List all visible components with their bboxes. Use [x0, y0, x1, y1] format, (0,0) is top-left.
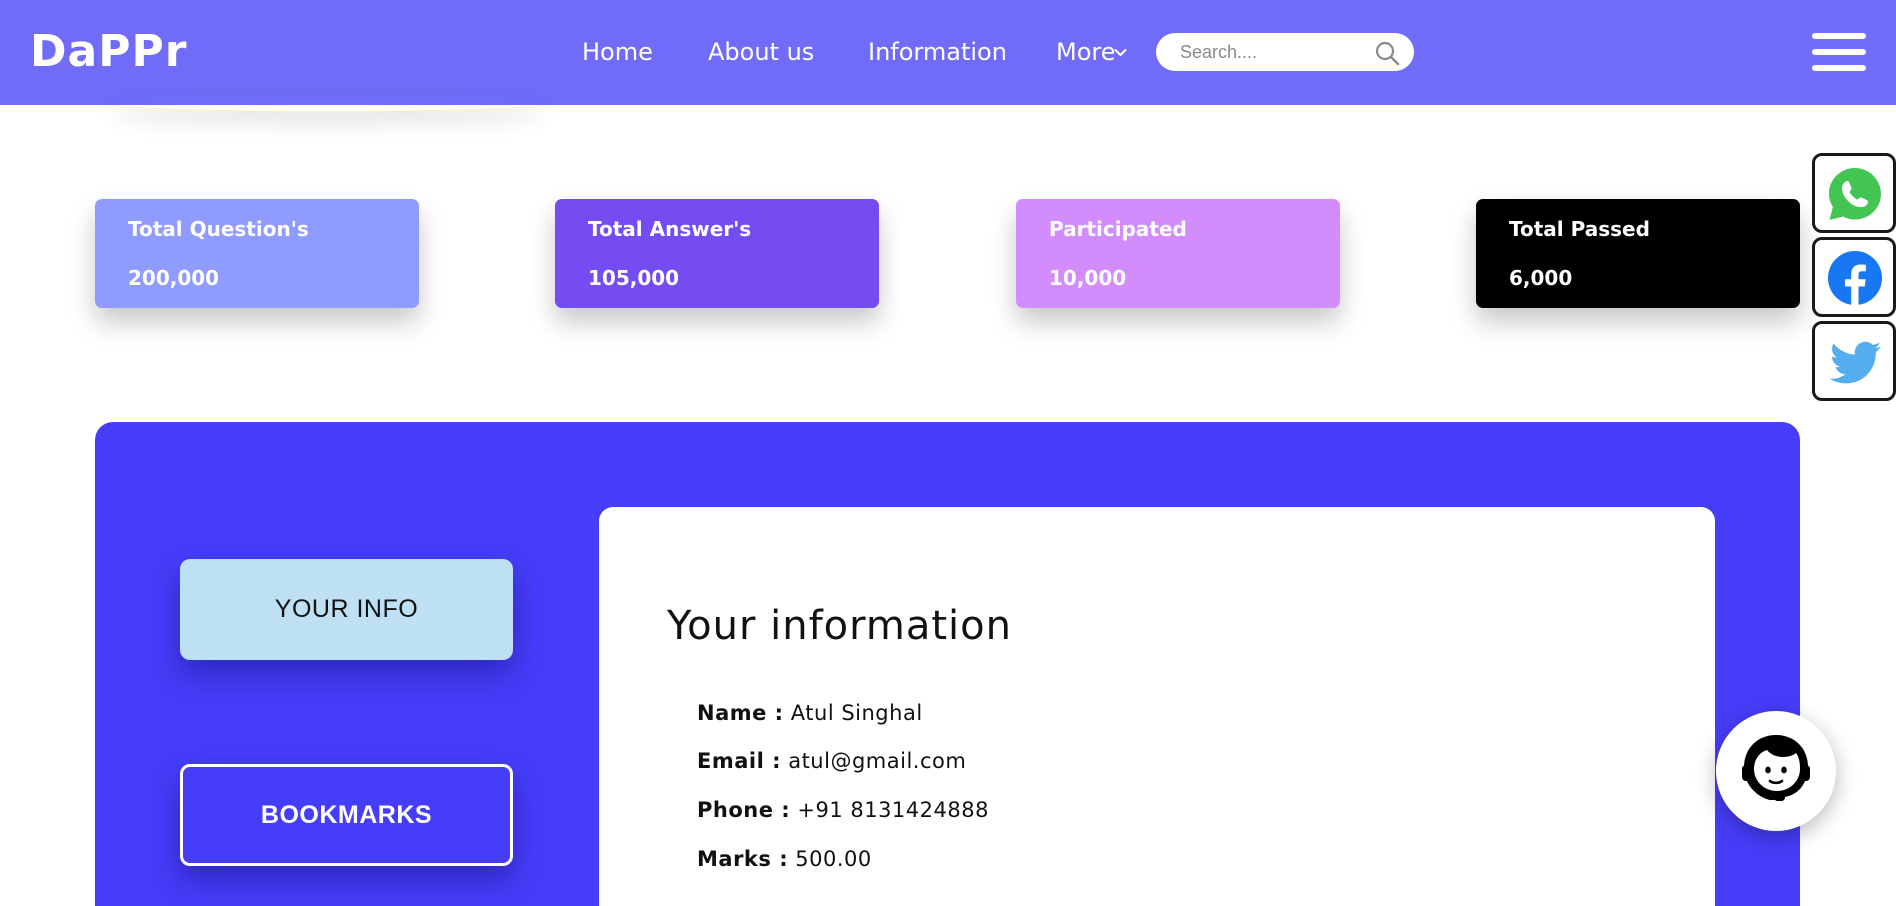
search-icon[interactable] — [1374, 40, 1400, 66]
stat-card-total-passed: Total Passed 6,000 — [1476, 199, 1800, 308]
stat-title: Total Question's — [128, 217, 309, 241]
info-value: 500.00 — [795, 847, 872, 871]
stat-card-total-answers: Total Answer's 105,000 — [555, 199, 879, 308]
whatsapp-icon — [1829, 168, 1881, 220]
whatsapp-share-button[interactable] — [1812, 153, 1896, 233]
search-input[interactable] — [1178, 39, 1368, 65]
facebook-icon — [1828, 251, 1882, 305]
stat-value: 10,000 — [1049, 266, 1127, 290]
stat-value: 200,000 — [128, 266, 220, 290]
bookmarks-button[interactable]: BOOKMARKS — [180, 764, 513, 866]
info-row-marks: Marks : 500.00 — [697, 845, 872, 873]
chevron-down-icon[interactable] — [1114, 46, 1127, 59]
dropdown-shadow — [108, 95, 548, 111]
stat-title: Total Passed — [1509, 217, 1650, 241]
info-row-email: Email : atul@gmail.com — [697, 747, 966, 775]
facebook-share-button[interactable] — [1812, 237, 1896, 317]
info-label: Email : — [697, 749, 782, 773]
nav-more[interactable]: More — [1056, 36, 1116, 68]
info-label: Marks : — [697, 847, 789, 871]
your-info-button[interactable]: YOUR INFO — [180, 559, 513, 660]
customer-support-icon — [1742, 735, 1810, 801]
info-value: Atul Singhal — [790, 701, 923, 725]
twitter-icon — [1829, 341, 1881, 384]
stat-title: Participated — [1049, 217, 1187, 241]
info-label: Name : — [697, 701, 784, 725]
stat-card-total-questions: Total Question's 200,000 — [95, 199, 419, 308]
support-chat-button[interactable] — [1716, 711, 1836, 831]
info-row-name: Name : Atul Singhal — [697, 699, 923, 727]
nav-about-us[interactable]: About us — [708, 36, 814, 68]
hamburger-menu-icon[interactable] — [1812, 33, 1866, 71]
brand-logo[interactable]: DaPPr — [30, 26, 187, 78]
info-value: +91 8131424888 — [797, 798, 989, 822]
nav-home[interactable]: Home — [582, 36, 653, 68]
info-row-phone: Phone : +91 8131424888 — [697, 796, 989, 824]
stat-value: 6,000 — [1509, 266, 1573, 290]
stat-card-participated: Participated 10,000 — [1016, 199, 1340, 308]
stat-title: Total Answer's — [588, 217, 752, 241]
twitter-share-button[interactable] — [1812, 321, 1896, 401]
stat-value: 105,000 — [588, 266, 680, 290]
info-value: atul@gmail.com — [788, 749, 967, 773]
nav-information[interactable]: Information — [868, 36, 1007, 68]
info-label: Phone : — [697, 798, 791, 822]
info-title: Your information — [667, 603, 1012, 649]
